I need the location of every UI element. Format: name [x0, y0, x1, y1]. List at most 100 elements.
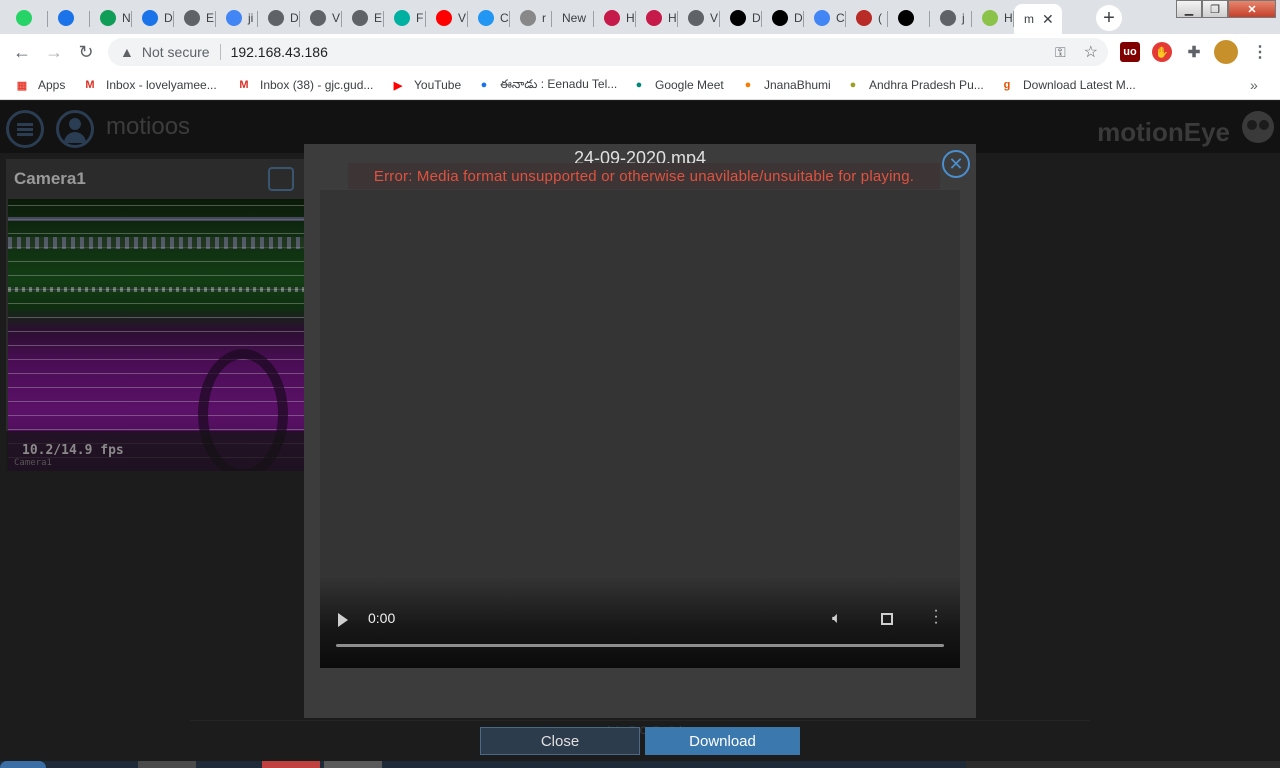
browser-tab[interactable]: j: [930, 4, 972, 32]
bookmark-label: Inbox - lovelyamee...: [106, 78, 217, 92]
bookmarks-bar: ▦ Apps M Inbox - lovelyamee... M Inbox (38) -…: [0, 70, 1280, 100]
google-icon: [226, 10, 242, 26]
tab-label: C: [500, 11, 509, 25]
browser-tab[interactable]: F: [384, 4, 426, 32]
browser-tab[interactable]: D: [720, 4, 762, 32]
close-icon[interactable]: ✕: [942, 150, 970, 178]
ap-emblem-icon: ●: [849, 79, 857, 91]
minimize-button[interactable]: ▁: [1176, 0, 1202, 18]
close-button[interactable]: Close: [480, 727, 640, 755]
download-button[interactable]: Download: [645, 727, 800, 755]
tab-label: D: [164, 11, 173, 25]
bookmark-item[interactable]: M Inbox - lovelyamee...: [82, 76, 217, 94]
play-icon[interactable]: [338, 613, 348, 627]
address-bar[interactable]: ▲ Not secure 192.168.43.186 ⚿ ☆: [108, 38, 1108, 66]
bookmark-label: Inbox (38) - gjc.gud...: [260, 78, 374, 92]
bookmark-label: YouTube: [414, 78, 462, 92]
address-divider: [219, 44, 221, 60]
forward-button[interactable]: →: [42, 40, 66, 64]
browser-tab[interactable]: (: [846, 4, 888, 32]
more-options-icon[interactable]: · · ·: [933, 603, 939, 631]
stop-hand-icon[interactable]: ✋: [1152, 42, 1172, 62]
fullscreen-icon[interactable]: [268, 167, 294, 191]
github-icon: [898, 10, 914, 26]
google-icon: [814, 10, 830, 26]
maximize-button[interactable]: ❐: [1202, 0, 1228, 18]
bookmark-item[interactable]: ▦ Apps: [14, 76, 66, 94]
main-menu-button[interactable]: [6, 110, 44, 148]
os-taskbar: [0, 761, 1280, 768]
browser-tab[interactable]: D: [132, 4, 174, 32]
user-icon[interactable]: [56, 110, 94, 148]
browser-tab[interactable]: E: [174, 4, 216, 32]
bookmarks-overflow-icon[interactable]: »: [1250, 76, 1258, 94]
gmail-icon: M: [85, 79, 95, 91]
bookmark-item[interactable]: g Download Latest M...: [999, 76, 1136, 94]
tab-label: D: [290, 11, 299, 25]
tab-label: ji: [248, 11, 254, 25]
tab-label: D: [752, 11, 761, 25]
ublock-icon[interactable]: uo: [1120, 42, 1140, 62]
bookmark-item[interactable]: M Inbox (38) - gjc.gud...: [236, 76, 373, 94]
browser-tab[interactable]: m ✕: [1014, 4, 1062, 34]
youtube-icon: [436, 10, 452, 26]
bookmark-item[interactable]: ● ఈనాడు : Eenadu Tel...: [476, 76, 618, 94]
extensions-icon[interactable]: ✚: [1184, 42, 1204, 62]
gmail-icon: M: [239, 79, 249, 91]
triangle-icon: [730, 10, 746, 26]
browser-tab[interactable]: E: [342, 4, 384, 32]
back-button[interactable]: ←: [10, 40, 34, 64]
video-progress-bar[interactable]: [336, 644, 944, 647]
browser-tab[interactable]: N: [90, 4, 132, 32]
meet-icon: ●: [635, 79, 643, 91]
star-icon[interactable]: ☆: [1084, 42, 1098, 62]
browser-tab[interactable]: New: [552, 4, 594, 32]
bookmark-item[interactable]: ▶ YouTube: [390, 76, 461, 94]
video-fullscreen-icon[interactable]: [881, 613, 893, 625]
new-tab-button[interactable]: +: [1096, 5, 1122, 31]
browser-tab[interactable]: C: [804, 4, 846, 32]
browser-tab[interactable]: H: [972, 4, 1014, 32]
tab-label: V: [332, 11, 341, 25]
avatar[interactable]: [1214, 40, 1238, 64]
globe-icon: [184, 10, 200, 26]
bookmark-item[interactable]: ● Google Meet: [631, 76, 724, 94]
browser-toolbar: ← → ↻ ▲ Not secure 192.168.43.186 ⚿ ☆ uo…: [0, 34, 1280, 70]
camera-overlay-name: Camera1: [14, 458, 52, 468]
browser-tab[interactable]: D: [762, 4, 804, 32]
bookmark-item[interactable]: ● Andhra Pradesh Pu...: [845, 76, 984, 94]
browser-tab[interactable]: H: [636, 4, 678, 32]
circle-icon: [772, 10, 788, 26]
browser-tab[interactable]: H: [594, 4, 636, 32]
tab-close-icon[interactable]: ✕: [1042, 11, 1054, 28]
chrome-menu-icon[interactable]: ⋮: [1250, 42, 1270, 62]
browser-tab[interactable]: [6, 4, 48, 32]
browser-tab[interactable]: [888, 4, 930, 32]
volume-icon[interactable]: 🔈︎: [832, 610, 842, 628]
key-icon[interactable]: ⚿: [1055, 44, 1066, 61]
hangouts-icon: [100, 10, 116, 26]
browser-tab[interactable]: C: [468, 4, 510, 32]
browser-tab[interactable]: D: [258, 4, 300, 32]
bookmark-item[interactable]: ● JnanaBhumi: [740, 76, 831, 94]
browser-tab[interactable]: V: [300, 4, 342, 32]
video-player[interactable]: 0:00 🔈︎ · · ·: [320, 190, 960, 668]
contacts-icon: [58, 10, 74, 26]
tab-label: V: [458, 11, 467, 25]
tab-label: N: [122, 11, 131, 25]
browser-tab[interactable]: [48, 4, 90, 32]
bookmark-label: JnanaBhumi: [764, 78, 831, 92]
browser-tab[interactable]: V: [678, 4, 720, 32]
browser-tab[interactable]: ji: [216, 4, 258, 32]
reddit-icon: [520, 10, 536, 26]
reload-button[interactable]: ↻: [74, 40, 98, 64]
camera-frame[interactable]: Camera1 10.2/14.9 fps Camera1: [6, 159, 306, 471]
raspberry-icon: [646, 10, 662, 26]
tab-label: C: [836, 11, 845, 25]
browser-tab[interactable]: r: [510, 4, 552, 32]
camera-title: Camera1: [14, 169, 86, 188]
window-close-button[interactable]: ✕: [1228, 0, 1276, 18]
camera-fps: 10.2/14.9 fps: [22, 443, 124, 458]
browser-tab[interactable]: V: [426, 4, 468, 32]
dialog-title: 24-09-2020.mp4: [573, 148, 707, 164]
